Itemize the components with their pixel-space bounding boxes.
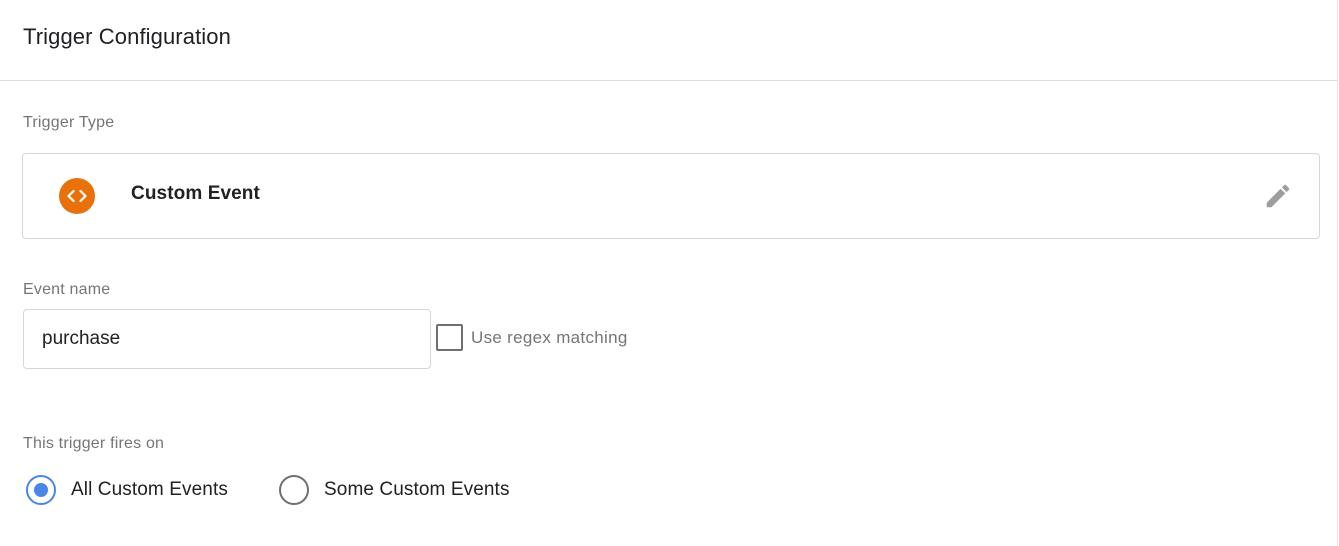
pencil-icon[interactable] [1263, 181, 1293, 211]
trigger-type-name: Custom Event [131, 183, 260, 204]
regex-checkbox[interactable] [436, 324, 463, 351]
event-name-label: Event name [23, 281, 111, 298]
trigger-type-card[interactable]: Custom Event [22, 153, 1320, 239]
trigger-configuration-panel: Trigger Configuration Trigger Type Custo… [0, 0, 1338, 546]
all-custom-events-label[interactable]: All Custom Events [71, 479, 228, 501]
some-custom-events-radio[interactable] [279, 475, 309, 505]
trigger-type-label: Trigger Type [23, 114, 115, 131]
event-name-input[interactable] [23, 309, 431, 369]
regex-checkbox-label[interactable]: Use regex matching [471, 328, 628, 348]
code-brackets-icon [59, 178, 95, 214]
fires-on-label: This trigger fires on [23, 435, 165, 452]
panel-title: Trigger Configuration [23, 24, 231, 49]
all-custom-events-radio[interactable] [26, 475, 56, 505]
panel-header: Trigger Configuration [0, 0, 1337, 81]
some-custom-events-label[interactable]: Some Custom Events [324, 479, 510, 501]
